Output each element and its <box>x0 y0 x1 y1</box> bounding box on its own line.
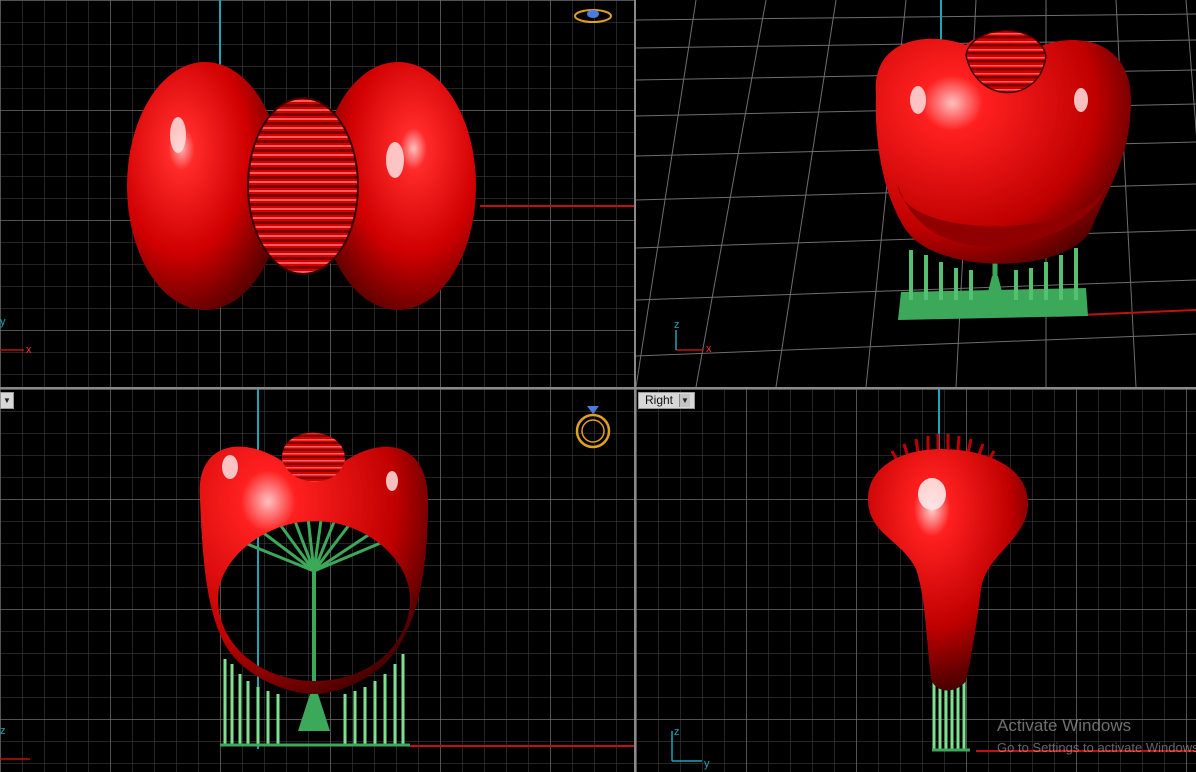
front-view-canvas: z <box>0 389 634 760</box>
perspective-view-canvas: x z <box>636 0 1196 387</box>
viewport-divider-vertical[interactable] <box>634 0 636 772</box>
viewport-perspective[interactable]: x z <box>636 0 1196 387</box>
axis-label-z: z <box>674 319 680 331</box>
viewport-label-right[interactable]: Right ▼ <box>638 392 696 409</box>
axis-label-x: x <box>26 344 32 356</box>
highlight <box>918 478 946 510</box>
highlight <box>222 455 238 479</box>
chevron-down-icon: ▼ <box>3 396 11 405</box>
highlight <box>170 117 186 153</box>
activation-watermark-title: Activate Windows <box>997 716 1132 735</box>
cad-window: x y x z z ▼ z y Right ▼ Activate Windows… <box>0 0 1196 772</box>
axis-label-y: y <box>704 758 710 770</box>
highlight <box>910 86 926 114</box>
viewport-label-text: Right <box>645 393 674 407</box>
axis-label-z: z <box>0 725 6 737</box>
activation-watermark-subtitle: Go to Settings to activate Windows. <box>997 740 1196 755</box>
highlight <box>386 142 404 178</box>
ring-gizmo-icon[interactable] <box>574 9 612 23</box>
viewport-right[interactable]: z y Right ▼ <box>636 389 1196 772</box>
top-view-canvas: x y <box>0 0 634 356</box>
viewport-menu-button[interactable]: ▼ <box>0 392 14 409</box>
viewport-top[interactable]: x y <box>0 0 634 387</box>
axis-label-x: x <box>706 343 712 355</box>
right-view-canvas: z y <box>671 389 1196 770</box>
axis-label-y: y <box>0 316 6 328</box>
ribbed-center[interactable] <box>247 97 359 275</box>
highlight <box>386 471 398 491</box>
ring-gizmo-icon[interactable] <box>575 406 611 449</box>
ring-body[interactable] <box>868 449 1028 691</box>
highlight <box>1074 88 1088 112</box>
viewport-front[interactable]: z ▼ <box>0 389 634 772</box>
viewport-divider-horizontal[interactable] <box>0 387 1196 389</box>
axis-label-z: z <box>674 726 680 738</box>
chevron-down-icon[interactable]: ▼ <box>679 394 691 407</box>
